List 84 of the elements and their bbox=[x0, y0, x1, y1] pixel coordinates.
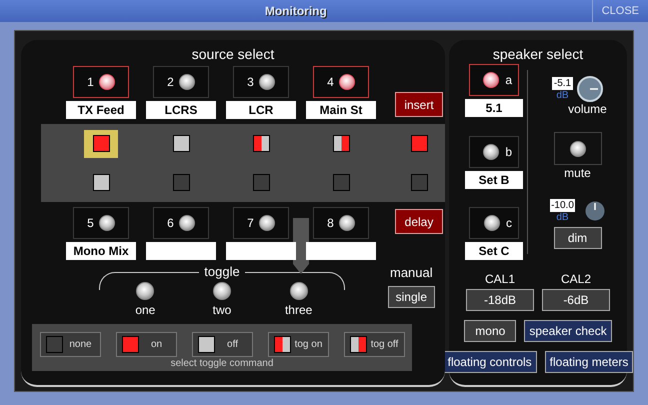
source-label: TX Feed bbox=[66, 101, 136, 119]
source-label: Main St bbox=[306, 101, 376, 119]
delay-button[interactable]: delay bbox=[395, 209, 443, 234]
source-number: 6 bbox=[167, 215, 174, 232]
cal-button[interactable]: -6dB bbox=[542, 289, 610, 311]
source-led-icon[interactable] bbox=[338, 74, 355, 90]
panel-button[interactable]: mono bbox=[464, 320, 516, 342]
speaker-button[interactable]: a bbox=[469, 64, 519, 96]
source-button[interactable]: 6 bbox=[153, 207, 209, 239]
command-button[interactable]: on bbox=[116, 332, 176, 357]
source-number: 4 bbox=[327, 74, 334, 91]
volume-unit: dB bbox=[556, 90, 569, 101]
speaker-select-title: speaker select bbox=[492, 45, 584, 64]
source-number: 3 bbox=[247, 74, 254, 91]
dim-button[interactable]: dim bbox=[554, 227, 602, 249]
source-number: 8 bbox=[327, 215, 334, 232]
speaker-button[interactable]: b bbox=[469, 136, 519, 168]
source-led-icon[interactable] bbox=[258, 215, 275, 231]
source-label: Mono Mix bbox=[66, 242, 136, 260]
command-button[interactable]: off bbox=[192, 332, 252, 357]
source-number: 5 bbox=[87, 215, 94, 232]
toggle-led-icon[interactable] bbox=[136, 282, 154, 300]
source-button[interactable]: 8 bbox=[313, 207, 369, 239]
source-number: 2 bbox=[167, 74, 174, 91]
speaker-led-icon[interactable] bbox=[483, 144, 500, 160]
source-led-icon[interactable] bbox=[98, 215, 115, 231]
source-button[interactable]: 5 bbox=[73, 207, 129, 239]
speaker-led-icon[interactable] bbox=[484, 215, 500, 231]
volume-label: volume bbox=[568, 102, 607, 116]
panel-button[interactable]: floating controls bbox=[442, 351, 537, 373]
toggle-label: one bbox=[135, 302, 156, 318]
mute-button[interactable] bbox=[554, 132, 602, 165]
mute-label: mute bbox=[564, 165, 591, 181]
source-number: 1 bbox=[87, 74, 94, 91]
single-button[interactable]: single bbox=[388, 286, 435, 308]
toggle-led-icon[interactable] bbox=[290, 282, 308, 300]
dim-unit: dB bbox=[556, 212, 569, 223]
cal-label: CAL2 bbox=[560, 272, 592, 286]
dim-knob-icon[interactable] bbox=[584, 201, 605, 221]
window-title: Monitoring bbox=[264, 3, 328, 20]
command-button[interactable]: tog off bbox=[344, 332, 404, 357]
source-led-icon[interactable] bbox=[98, 74, 115, 90]
speaker-letter: c bbox=[506, 215, 512, 232]
toggle-label: two bbox=[212, 302, 232, 318]
speaker-letter: a bbox=[505, 72, 512, 89]
source-button[interactable]: 4 bbox=[313, 66, 369, 98]
source-label bbox=[306, 242, 376, 260]
volume-field[interactable]: -5.1 bbox=[552, 77, 574, 90]
toggle-led-icon[interactable] bbox=[212, 282, 231, 300]
panel-button[interactable]: speaker check bbox=[524, 320, 612, 342]
manual-label: manual bbox=[390, 264, 433, 282]
source-number: 7 bbox=[247, 215, 254, 232]
source-label: LCR bbox=[226, 101, 296, 119]
source-label: LCRS bbox=[146, 101, 216, 119]
source-button[interactable]: 7 bbox=[233, 207, 289, 239]
source-label bbox=[146, 242, 216, 260]
command-caption: select toggle command bbox=[170, 358, 274, 370]
source-button[interactable]: 1 bbox=[73, 66, 129, 98]
insert-button[interactable]: insert bbox=[395, 92, 443, 117]
cal-button[interactable]: -18dB bbox=[466, 289, 534, 311]
dim-field[interactable]: -10.0 bbox=[550, 199, 575, 212]
cal-label: CAL1 bbox=[484, 272, 516, 286]
volume-knob-icon[interactable] bbox=[577, 76, 604, 102]
speaker-label: Set B bbox=[465, 170, 523, 188]
source-label bbox=[226, 242, 296, 260]
source-led-icon[interactable] bbox=[338, 215, 355, 231]
source-button[interactable]: 3 bbox=[233, 66, 289, 98]
speaker-letter: b bbox=[505, 144, 512, 160]
mute-led-icon[interactable] bbox=[570, 140, 586, 156]
matrix-cell[interactable] bbox=[84, 130, 118, 158]
source-led-icon[interactable] bbox=[178, 215, 195, 231]
source-led-icon[interactable] bbox=[258, 74, 275, 90]
source-led-icon[interactable] bbox=[178, 74, 195, 90]
command-button[interactable]: tog on bbox=[268, 332, 328, 357]
command-button[interactable]: none bbox=[40, 332, 100, 357]
speaker-label: 5.1 bbox=[465, 99, 523, 117]
source-select-title: source select bbox=[190, 45, 276, 64]
panel-button[interactable]: floating meters bbox=[544, 351, 634, 373]
speaker-label: Set C bbox=[465, 242, 523, 260]
speaker-button[interactable]: c bbox=[469, 207, 519, 239]
source-button[interactable]: 2 bbox=[153, 66, 209, 98]
speaker-led-icon[interactable] bbox=[483, 72, 500, 88]
toggle-label: three bbox=[284, 302, 312, 318]
toggle-title: toggle bbox=[203, 264, 241, 280]
